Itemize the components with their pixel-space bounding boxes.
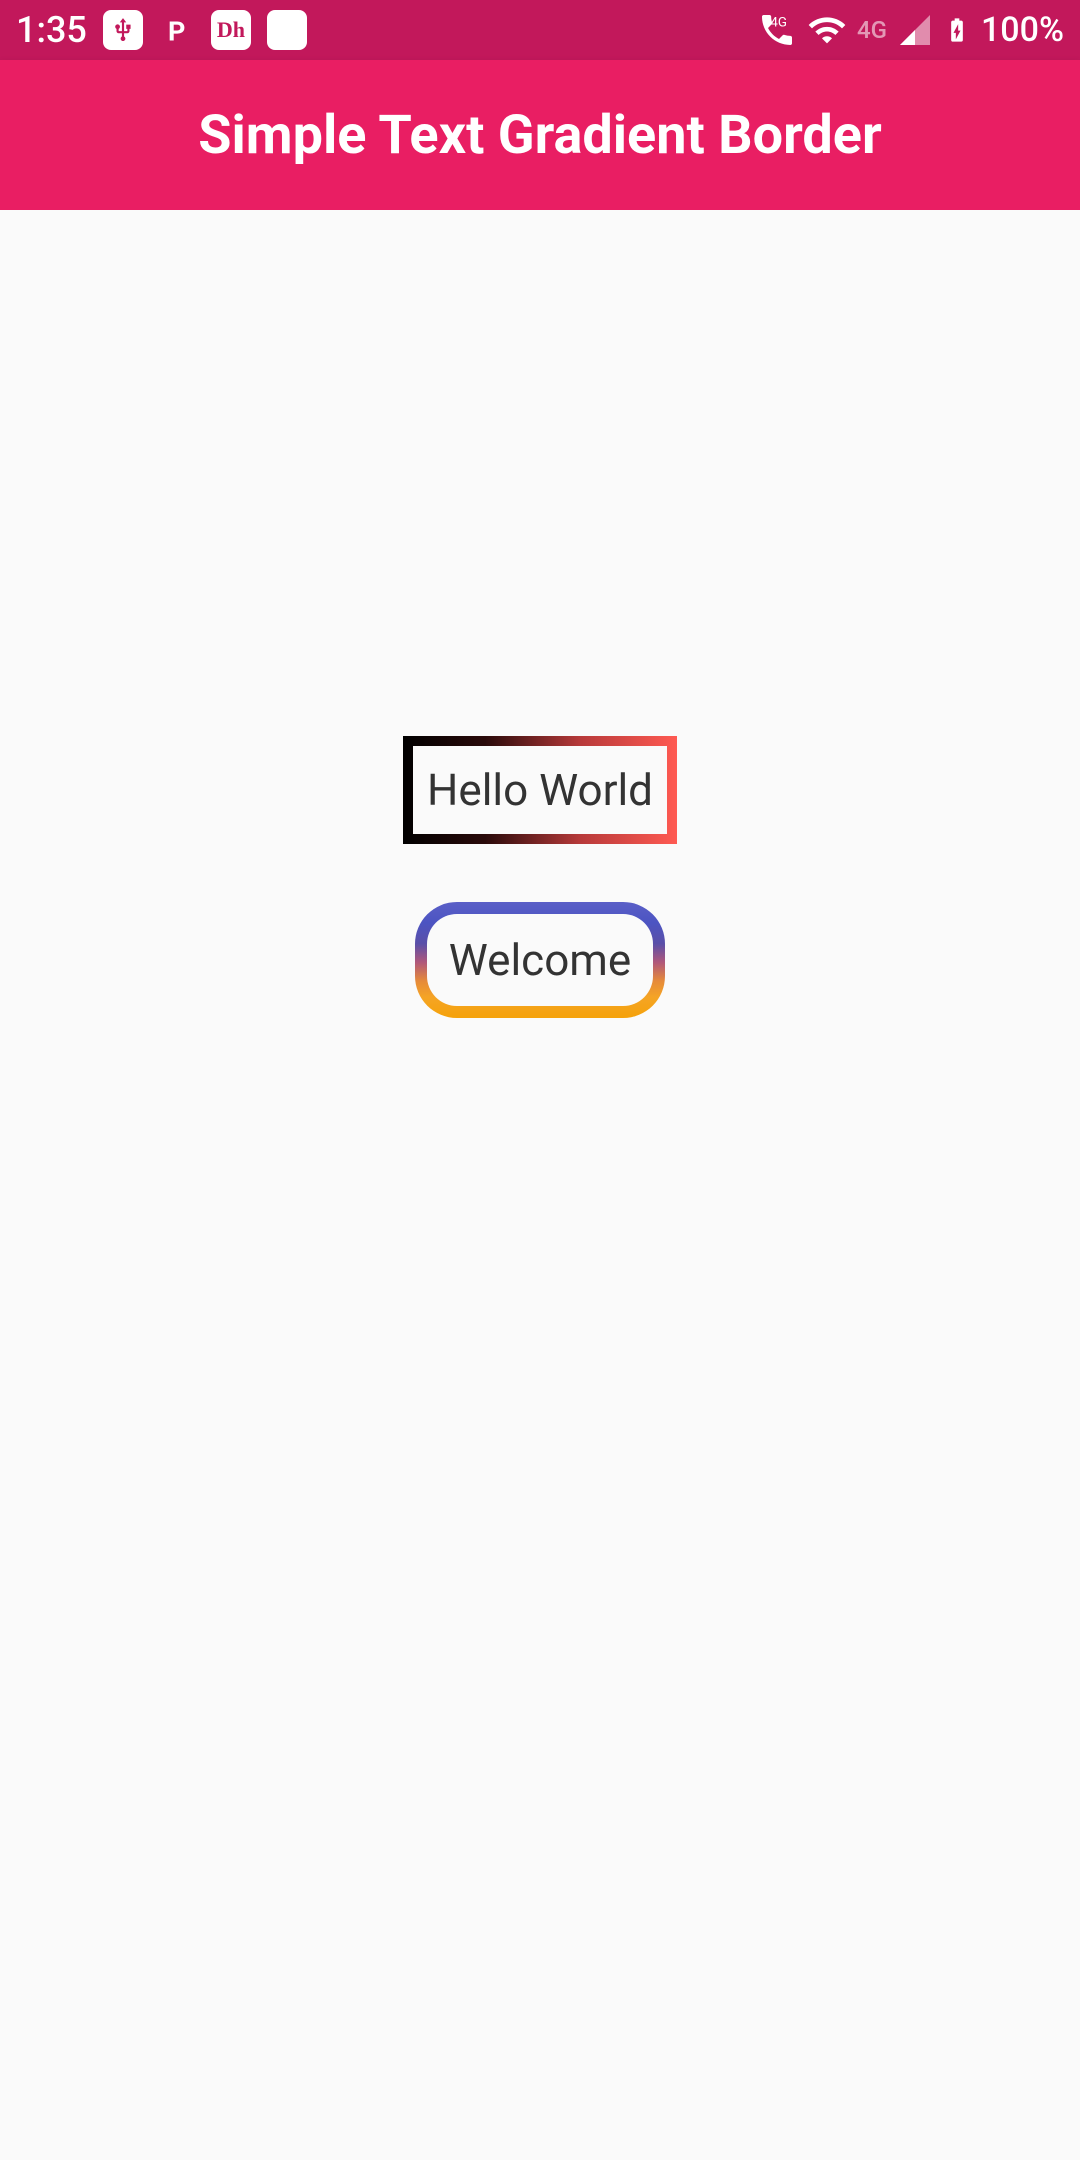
- wifi-icon: [807, 10, 847, 50]
- main-content: Hello World Welcome: [0, 210, 1080, 2160]
- app-title: Simple Text Gradient Border: [198, 104, 882, 167]
- box1-text: Hello World: [413, 746, 667, 834]
- square-app-icon: [267, 10, 307, 50]
- signal-icon: [897, 12, 933, 48]
- svg-text:4G: 4G: [770, 16, 787, 31]
- network-4g-label-dim: 4G: [857, 16, 887, 44]
- dh-app-icon: Dh: [211, 10, 251, 50]
- status-bar: 1:35 P Dh 4G 4G 100%: [0, 0, 1080, 60]
- phone-4g-icon: 4G: [757, 10, 797, 50]
- battery-charging-icon: [943, 10, 971, 50]
- p-app-icon: P: [159, 12, 195, 48]
- gradient-border-box-1: Hello World: [403, 736, 677, 844]
- gradient-border-box-2: Welcome: [415, 902, 665, 1018]
- svg-text:P: P: [168, 16, 185, 48]
- status-time: 1:35: [16, 9, 87, 51]
- box2-text: Welcome: [427, 914, 653, 1006]
- app-bar: Simple Text Gradient Border: [0, 60, 1080, 210]
- status-right: 4G 4G 100%: [757, 10, 1064, 50]
- usb-icon: [103, 10, 143, 50]
- status-left: 1:35 P Dh: [16, 9, 307, 51]
- battery-percent: 100%: [981, 10, 1064, 50]
